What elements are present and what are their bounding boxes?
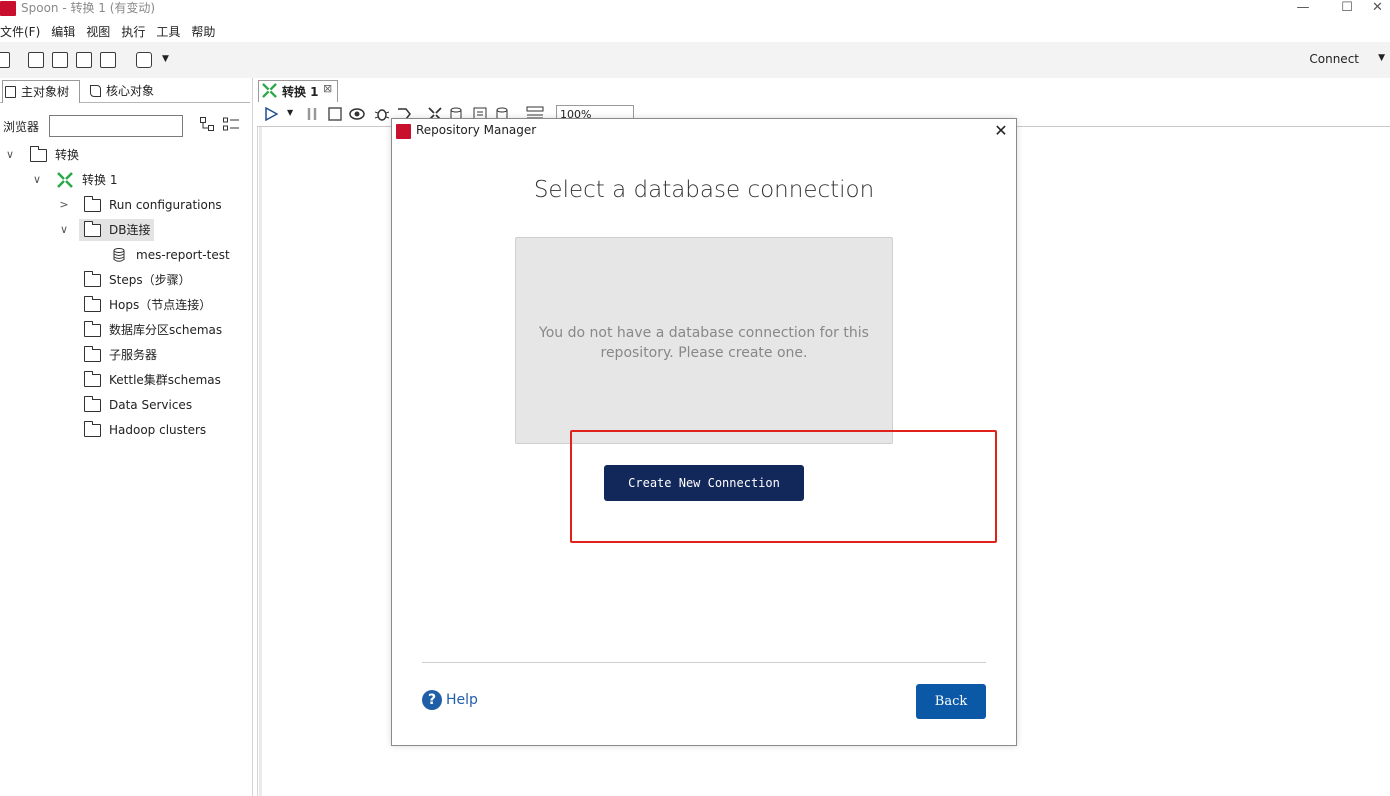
folder-icon [30, 146, 47, 162]
menu-file[interactable]: 文件(F) [0, 24, 40, 40]
folder-icon [84, 371, 101, 387]
chevron-right-icon[interactable]: > [59, 194, 69, 216]
minimize-button[interactable]: — [1288, 0, 1318, 16]
open-file-icon[interactable] [28, 52, 44, 68]
folder-icon [84, 321, 101, 337]
debug-icon[interactable] [374, 106, 390, 122]
layers-dropdown-caret-icon[interactable]: ▼ [162, 54, 169, 64]
menu-run[interactable]: 执行 [121, 24, 145, 40]
tree-search-input[interactable] [49, 115, 183, 137]
window-titlebar [0, 0, 1390, 18]
main-toolbar: ▼ [0, 42, 1390, 78]
menu-bar: 文件(F) 编辑 视图 执行 工具 帮助 [0, 24, 226, 42]
chevron-down-icon[interactable]: ∨ [32, 169, 42, 191]
tree-item-label: Hops（节点连接） [109, 298, 212, 312]
tree-item-label: DB连接 [109, 223, 151, 237]
dialog-heading: Select a database connection [533, 177, 875, 203]
expand-tree-icon[interactable] [200, 117, 214, 131]
chevron-down-icon[interactable]: ∨ [5, 144, 15, 166]
editor-tab-strip [257, 80, 1390, 102]
transformation-icon [262, 83, 277, 98]
tab-main-object-tree-label: 主对象树 [21, 85, 70, 99]
transformation-icon [57, 172, 73, 188]
layers-icon[interactable] [136, 52, 152, 68]
tree-item-label: Data Services [109, 398, 193, 412]
dialog-divider [422, 662, 986, 663]
folder-icon [84, 296, 101, 312]
spoon-logo-icon [396, 124, 411, 139]
database-icon [113, 248, 125, 262]
menu-view[interactable]: 视图 [86, 24, 110, 40]
new-file-icon[interactable] [0, 52, 10, 68]
spoon-logo-icon [0, 1, 16, 16]
close-window-button[interactable]: ✕ [1365, 0, 1390, 16]
window-title: Spoon - 转换 1 (有变动) [21, 1, 156, 15]
save-icon[interactable] [76, 52, 92, 68]
chevron-down-icon[interactable]: ∨ [59, 219, 69, 241]
tree-item-label: Steps（步骤） [109, 273, 191, 287]
tab-core-objects-label: 核心对象 [106, 84, 155, 98]
pause-icon[interactable] [305, 107, 319, 121]
run-icon[interactable] [264, 107, 278, 121]
tree-item-label: Kettle集群schemas [109, 373, 221, 387]
collapse-tree-icon[interactable] [223, 117, 239, 131]
menu-help[interactable]: 帮助 [191, 24, 215, 40]
back-button[interactable]: Back [916, 684, 986, 719]
save-as-icon[interactable] [100, 52, 116, 68]
folder-icon [84, 346, 101, 362]
dialog-close-button[interactable]: ✕ [993, 121, 1009, 140]
tree-item-label: 子服务器 [109, 348, 158, 362]
tab-transformation-1-label: 转换 1 [282, 85, 319, 99]
tree-item-label: 转换 [55, 148, 80, 162]
pencil-icon [90, 85, 101, 97]
tab-main-object-tree[interactable]: 主对象树 [2, 80, 80, 103]
tree-item-label: Hadoop clusters [109, 423, 207, 437]
menu-edit[interactable]: 编辑 [51, 24, 75, 40]
help-icon[interactable]: ? [422, 690, 442, 710]
canvas-left-border [259, 127, 262, 796]
tree-item-label: 数据库分区schemas [109, 323, 223, 337]
connect-dropdown-caret-icon[interactable]: ▼ [1378, 53, 1385, 63]
create-new-connection-button[interactable]: Create New Connection [604, 465, 804, 501]
close-tab-icon[interactable]: ⊠ [323, 82, 332, 95]
preview-eye-icon[interactable] [349, 107, 365, 121]
left-panel-tabs: 主对象树 核心对象 [0, 80, 250, 103]
browse-label: 浏览器 [3, 120, 40, 134]
folder-icon [84, 196, 101, 212]
connect-button[interactable]: Connect [1309, 52, 1359, 66]
explore-repository-icon[interactable] [52, 52, 68, 68]
document-icon [5, 86, 16, 98]
menu-tools[interactable]: 工具 [156, 24, 180, 40]
folder-icon [84, 221, 101, 237]
empty-connection-message: You do not have a database connection fo… [539, 325, 869, 361]
tree-item-label: 转换 1 [82, 173, 118, 187]
tree-item-label: Run configurations [109, 198, 222, 212]
stop-icon[interactable] [328, 107, 342, 121]
help-link[interactable]: Help [446, 692, 478, 708]
folder-icon [84, 396, 101, 412]
tab-core-objects[interactable]: 核心对象 [88, 80, 160, 103]
folder-icon [84, 271, 101, 287]
maximize-button[interactable]: ☐ [1332, 0, 1362, 16]
run-dropdown-caret-icon[interactable]: ▼ [287, 108, 293, 117]
dialog-title: Repository Manager [416, 123, 537, 137]
folder-icon [84, 421, 101, 437]
tree-item-label: mes-report-test [136, 248, 230, 262]
